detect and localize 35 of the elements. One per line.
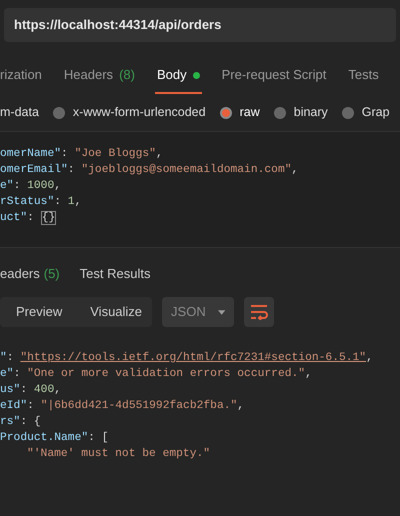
code-line: ": "https://tools.ietf.org/html/rfc7231#section-6.5.1", [0,350,373,366]
response-tab[interactable]: eaders (5) [0,264,60,284]
code-line: e": 1000, [0,178,62,194]
body-type-option[interactable]: Grap [342,103,390,122]
code-line: omerEmail": "joebloggs@someemaildomain.com", [0,162,298,178]
code-line: e": "One or more validation errors occurred.", [0,366,312,382]
wrap-lines-button[interactable] [244,297,274,327]
url-field[interactable]: https://localhost:44314/api/orders [4,8,396,42]
code-line: us": 400, [0,382,62,398]
wrap-lines-icon [250,304,268,320]
view-mode-button[interactable]: Visualize [90,302,142,322]
body-type-option[interactable]: x-www-form-urlencoded [52,103,206,122]
code-line: rs": { [0,414,41,430]
code-line: uct": {} [0,210,56,226]
request-tab[interactable]: Tests [346,62,381,94]
view-mode-button[interactable]: Preview [16,302,62,322]
request-tab[interactable]: rization [0,62,44,94]
radio-icon [220,106,232,118]
response-tab[interactable]: Test Results [80,264,150,284]
body-type-option[interactable]: m-data [0,103,39,122]
radio-icon [342,106,354,118]
code-line: eId": "|6b6dd421-4d551992facb2fba.", [0,398,244,414]
request-tab[interactable]: Body [154,62,202,94]
caret-icon [218,310,226,314]
code-line: "'Name' must not be empty." [26,446,210,462]
request-tab[interactable]: Pre-request Script [220,62,328,94]
body-type-option[interactable]: binary [274,103,328,122]
radio-icon [274,106,286,118]
request-body-editor[interactable]: omerName": "Joe Bloggs", omerEmail": "joebloggs@someemaildomain.com", e": 1000, rStatus": 1, uct": {} [0,132,400,248]
request-tab[interactable]: Headers (8) [62,62,137,94]
code-line: rStatus": 1, [0,194,82,210]
body-type-option[interactable]: raw [220,103,260,122]
code-line: Product.Name": [ [0,430,108,446]
radio-icon [52,106,65,118]
code-line: omerName": "Joe Bloggs", [0,146,163,162]
